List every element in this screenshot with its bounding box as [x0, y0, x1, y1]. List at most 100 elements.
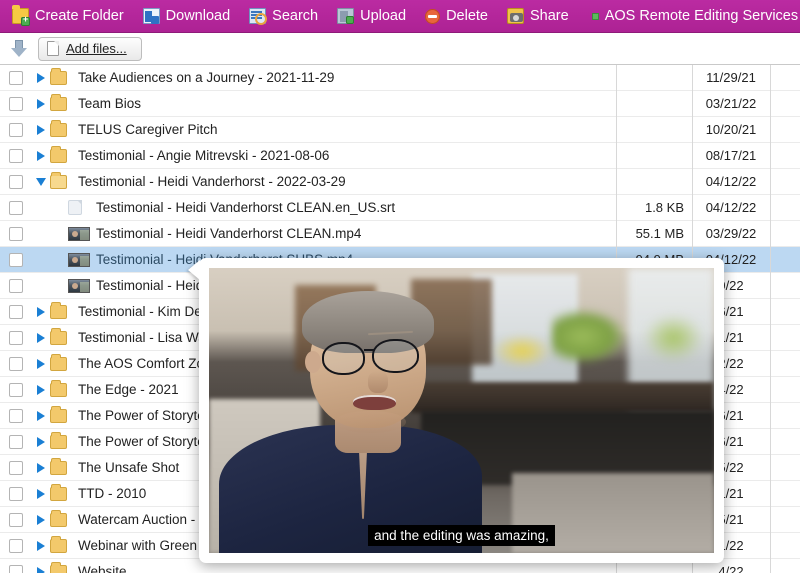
row-checkbox-cell[interactable] — [0, 356, 32, 371]
table-row[interactable]: Testimonial - Angie Mitrevski - 2021-08-… — [0, 143, 800, 169]
row-expander-cell[interactable] — [32, 540, 50, 551]
row-checkbox[interactable] — [9, 538, 23, 553]
row-checkbox-cell[interactable] — [0, 226, 32, 241]
video-preview-popup[interactable]: and the editing was amazing, — [188, 258, 724, 563]
expand-row-icon[interactable] — [37, 436, 45, 447]
row-checkbox-cell[interactable] — [0, 382, 32, 397]
expand-row-icon[interactable] — [37, 150, 45, 161]
expand-row-icon[interactable] — [37, 98, 45, 109]
table-row[interactable]: Testimonial - Heidi Vanderhorst CLEAN.en… — [0, 195, 800, 221]
create-folder-button[interactable]: + Create Folder — [12, 5, 133, 26]
row-expander-cell[interactable] — [32, 124, 50, 135]
download-button[interactable]: Download — [142, 8, 240, 24]
file-manager-window: + Create Folder Download Search Upload D… — [0, 0, 800, 573]
expand-row-icon[interactable] — [37, 540, 45, 551]
table-row[interactable]: Team Bios 03/21/22 — [0, 91, 800, 117]
row-checkbox[interactable] — [9, 304, 23, 319]
row-expander-cell[interactable] — [32, 384, 50, 395]
row-checkbox-cell[interactable] — [0, 122, 32, 137]
row-checkbox[interactable] — [9, 148, 23, 163]
row-checkbox[interactable] — [9, 96, 23, 111]
row-checkbox[interactable] — [9, 460, 23, 475]
table-row[interactable]: Testimonial - Heidi Vanderhorst CLEAN.mp… — [0, 221, 800, 247]
row-checkbox[interactable] — [9, 330, 23, 345]
row-icon-cell — [50, 200, 96, 215]
row-checkbox-cell[interactable] — [0, 70, 32, 85]
expand-row-icon[interactable] — [37, 72, 45, 83]
row-checkbox-cell[interactable] — [0, 434, 32, 449]
row-checkbox[interactable] — [9, 70, 23, 85]
search-button[interactable]: Search — [249, 8, 327, 25]
row-expander-cell[interactable] — [32, 566, 50, 573]
row-checkbox-cell[interactable] — [0, 304, 32, 319]
row-expander-cell[interactable] — [32, 462, 50, 473]
row-expander-cell[interactable] — [32, 488, 50, 499]
row-checkbox[interactable] — [9, 252, 23, 267]
row-expander-cell[interactable] — [32, 436, 50, 447]
row-checkbox-cell[interactable] — [0, 278, 32, 293]
expand-row-icon[interactable] — [37, 410, 45, 421]
row-checkbox[interactable] — [9, 356, 23, 371]
expand-row-icon[interactable] — [37, 332, 45, 343]
row-checkbox[interactable] — [9, 278, 23, 293]
expand-row-icon[interactable] — [37, 488, 45, 499]
row-expander-cell[interactable] — [32, 177, 50, 186]
row-checkbox-cell[interactable] — [0, 200, 32, 215]
row-expander-cell[interactable] — [32, 410, 50, 421]
table-row[interactable]: TELUS Caregiver Pitch 10/20/21 — [0, 117, 800, 143]
folder-icon — [50, 301, 67, 319]
row-checkbox-cell[interactable] — [0, 538, 32, 553]
row-checkbox[interactable] — [9, 122, 23, 137]
download-arrow-icon — [10, 39, 28, 59]
folder-icon — [50, 379, 67, 397]
row-checkbox[interactable] — [9, 434, 23, 449]
row-expander-cell[interactable] — [32, 514, 50, 525]
row-expander-cell[interactable] — [32, 98, 50, 109]
row-expander-cell[interactable] — [32, 358, 50, 369]
row-icon-cell — [50, 67, 78, 85]
row-checkbox[interactable] — [9, 564, 23, 573]
expand-row-icon[interactable] — [37, 306, 45, 317]
expand-row-icon[interactable] — [37, 462, 45, 473]
row-checkbox-cell[interactable] — [0, 408, 32, 423]
folder-icon — [50, 561, 67, 573]
share-button[interactable]: Share — [506, 8, 578, 24]
row-checkbox-cell[interactable] — [0, 460, 32, 475]
delete-icon — [425, 8, 441, 24]
upload-button[interactable]: Upload — [337, 8, 415, 24]
row-checkbox[interactable] — [9, 512, 23, 527]
row-checkbox[interactable] — [9, 382, 23, 397]
table-row[interactable]: Testimonial - Heidi Vanderhorst - 2022-0… — [0, 169, 800, 195]
row-checkbox[interactable] — [9, 200, 23, 215]
row-checkbox-cell[interactable] — [0, 96, 32, 111]
row-checkbox[interactable] — [9, 408, 23, 423]
row-expander-cell[interactable] — [32, 150, 50, 161]
expand-row-icon[interactable] — [37, 566, 45, 573]
row-icon-cell — [50, 431, 78, 449]
row-checkbox[interactable] — [9, 226, 23, 241]
delete-button[interactable]: Delete — [425, 8, 497, 24]
expand-row-icon[interactable] — [37, 124, 45, 135]
row-checkbox-cell[interactable] — [0, 148, 32, 163]
row-checkbox-cell[interactable] — [0, 252, 32, 267]
row-checkbox-cell[interactable] — [0, 174, 32, 189]
row-checkbox-cell[interactable] — [0, 512, 32, 527]
video-thumbnail-icon — [68, 252, 90, 267]
table-row[interactable]: Take Audiences on a Journey - 2021-11-29… — [0, 65, 800, 91]
row-checkbox-cell[interactable] — [0, 330, 32, 345]
row-checkbox-cell[interactable] — [0, 486, 32, 501]
row-checkbox-cell[interactable] — [0, 564, 32, 573]
row-expander-cell[interactable] — [32, 306, 50, 317]
expand-row-icon[interactable] — [37, 358, 45, 369]
expand-row-icon[interactable] — [37, 514, 45, 525]
row-expander-cell[interactable] — [32, 72, 50, 83]
row-checkbox[interactable] — [9, 486, 23, 501]
row-checkbox[interactable] — [9, 174, 23, 189]
video-preview-frame[interactable]: and the editing was amazing, — [209, 268, 714, 553]
collapse-row-icon[interactable] — [36, 177, 46, 186]
expand-row-icon[interactable] — [37, 384, 45, 395]
create-folder-icon: + — [12, 5, 30, 26]
row-date: 08/17/21 — [705, 148, 757, 163]
add-files-button[interactable]: Add files... — [38, 36, 142, 61]
row-expander-cell[interactable] — [32, 332, 50, 343]
